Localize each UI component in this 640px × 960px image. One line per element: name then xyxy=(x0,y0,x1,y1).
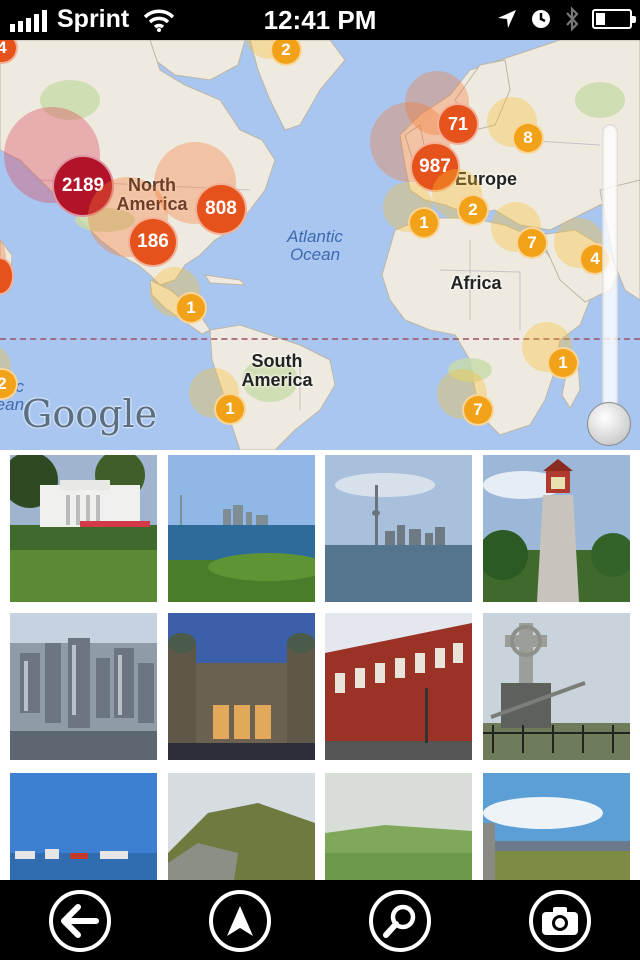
photo-grid xyxy=(0,450,640,880)
map-cluster-marker[interactable]: 7 xyxy=(491,202,548,259)
photo-thumbnail[interactable] xyxy=(168,455,315,602)
map-cluster-marker[interactable]: 1 xyxy=(522,322,579,379)
sea-cliff-photo xyxy=(168,773,315,880)
cluster-count: 7 xyxy=(462,394,494,426)
map-view[interactable]: North America Europe Africa South Americ… xyxy=(0,40,640,450)
status-icons xyxy=(496,6,636,32)
cluster-count: 8 xyxy=(512,122,544,154)
celtic-cross-photo xyxy=(483,613,630,760)
photo-thumbnail[interactable] xyxy=(325,773,472,880)
cluster-count: 7 xyxy=(516,227,548,259)
photo-thumbnail[interactable] xyxy=(168,613,315,760)
map-label-atlantic-ocean: Atlantic Ocean xyxy=(287,227,343,264)
cluster-count: 1 xyxy=(214,393,246,425)
photo-thumbnail[interactable] xyxy=(483,613,630,760)
back-arrow-icon xyxy=(61,904,99,938)
photo-thumbnail[interactable] xyxy=(10,773,157,880)
photo-thumbnail[interactable] xyxy=(325,455,472,602)
camera-icon xyxy=(542,907,578,935)
status-bar: Sprint 12:41 PM xyxy=(0,0,640,40)
cluster-count: 1 xyxy=(547,347,579,379)
coastal-field-photo xyxy=(483,773,630,880)
photo-thumbnail[interactable] xyxy=(325,613,472,760)
photo-thumbnail[interactable] xyxy=(168,773,315,880)
alarm-clock-icon xyxy=(532,10,550,28)
map-cluster-marker[interactable]: 7 xyxy=(437,369,494,426)
search-button[interactable] xyxy=(369,890,431,952)
cluster-count: 1 xyxy=(175,292,207,324)
lake-skyline-photo xyxy=(168,455,315,602)
map-cluster-marker[interactable]: 71 xyxy=(405,71,479,145)
cluster-count: 1 xyxy=(408,207,440,239)
navigation-arrow-icon xyxy=(227,906,253,936)
harbor-photo xyxy=(10,773,157,880)
bottom-toolbar xyxy=(0,880,640,960)
map-label-africa: Africa xyxy=(450,273,502,293)
lighthouse-photo xyxy=(483,455,630,602)
google-logo: Google xyxy=(22,392,158,436)
photo-thumbnail[interactable] xyxy=(483,455,630,602)
map-cluster-marker[interactable]: 1 xyxy=(189,368,246,425)
bluetooth-icon xyxy=(566,6,579,32)
map-cluster-marker[interactable]: 808 xyxy=(154,142,247,235)
magnifier-icon xyxy=(383,904,416,938)
green-hills-photo xyxy=(325,773,472,880)
cluster-count: 808 xyxy=(195,183,247,235)
toronto-skyline-photo xyxy=(325,455,472,602)
location-arrow-icon xyxy=(498,10,516,28)
battery-icon xyxy=(592,9,636,29)
red-brick-building-photo xyxy=(325,613,472,760)
camera-button[interactable] xyxy=(529,890,591,952)
cluster-count: 71 xyxy=(437,103,479,145)
photo-thumbnail[interactable] xyxy=(10,613,157,760)
cluster-count: 2 xyxy=(457,194,489,226)
map-cluster-marker[interactable]: 2 xyxy=(432,169,489,226)
locate-button[interactable] xyxy=(209,890,271,952)
photo-thumbnail[interactable] xyxy=(10,455,157,602)
cluster-count: 186 xyxy=(128,217,178,267)
map-cluster-marker[interactable]: 186 xyxy=(88,177,178,267)
city-aerial-photo xyxy=(10,613,157,760)
back-button[interactable] xyxy=(49,890,111,952)
map-cluster-marker[interactable]: 8 xyxy=(487,97,544,154)
white-house-photo xyxy=(10,455,157,602)
map-cluster-marker[interactable]: 1 xyxy=(383,182,440,239)
zoom-slider-handle[interactable] xyxy=(587,402,631,446)
map-cluster-marker[interactable]: 1 xyxy=(150,267,207,324)
palace-gate-photo xyxy=(168,613,315,760)
photo-thumbnail[interactable] xyxy=(483,773,630,880)
map-label-south-america: South America xyxy=(241,351,313,390)
zoom-slider-track[interactable] xyxy=(602,124,618,434)
